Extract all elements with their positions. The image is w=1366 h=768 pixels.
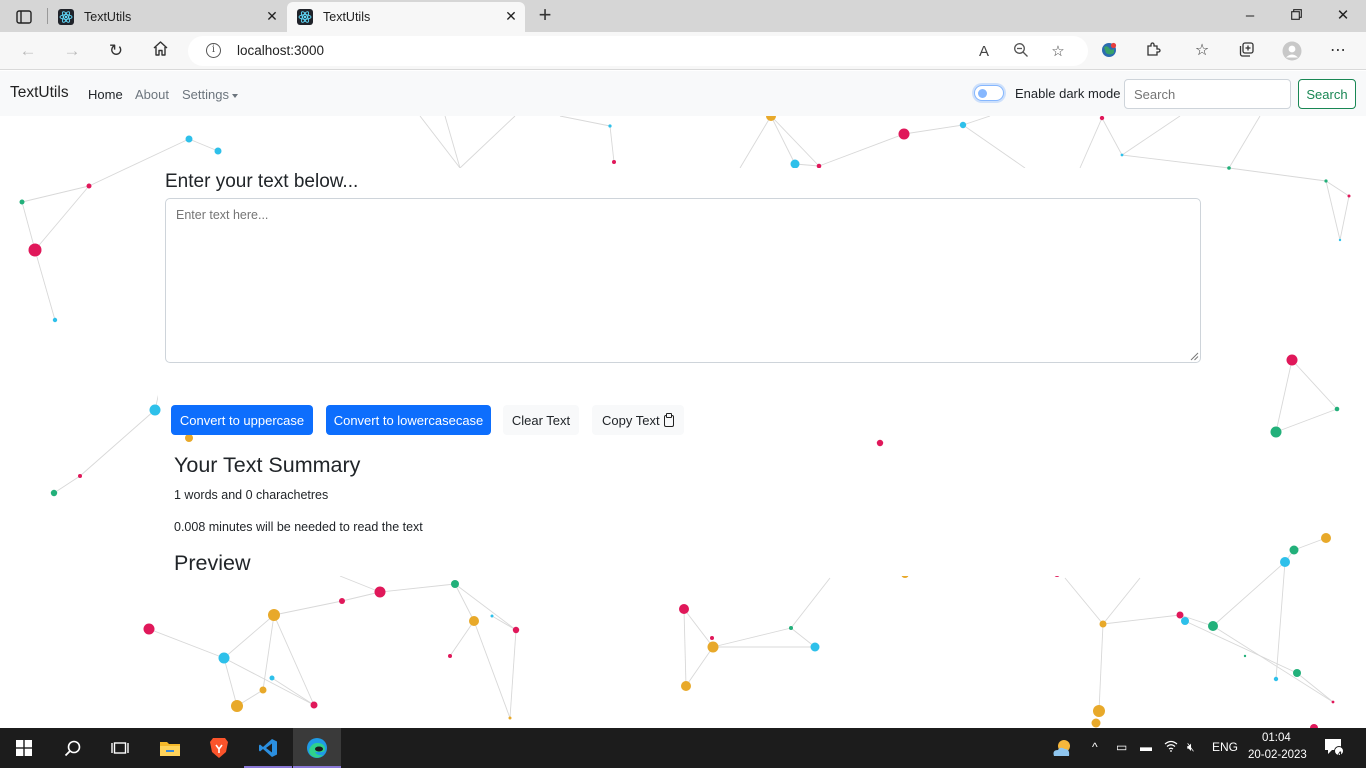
profile-avatar-icon[interactable] [1282, 41, 1302, 61]
tab-actions-icon[interactable] [10, 7, 38, 27]
text-input-heading: Enter your text below... [165, 171, 359, 192]
preview-heading: Preview [174, 551, 251, 575]
volume-muted-icon[interactable]: 🔇︎ [1187, 740, 1195, 755]
tab-separator [47, 8, 48, 24]
new-tab-icon[interactable]: + [534, 4, 556, 26]
more-options-icon[interactable]: ⋯ [1328, 41, 1348, 61]
app-navbar: TextUtils Home About Settings Enable dar… [0, 71, 1366, 116]
zoom-out-icon[interactable] [1011, 42, 1031, 62]
brave-browser-icon[interactable] [195, 728, 243, 768]
chevron-up-icon[interactable]: ^ [1092, 740, 1098, 754]
address-bar[interactable]: i localhost:3000 A ☆ [188, 36, 1088, 66]
add-favorite-icon[interactable]: ☆ [1048, 42, 1068, 62]
clock-time[interactable]: 01:04 [1262, 732, 1291, 744]
browser-tab-1[interactable]: TextUtils ✕ [50, 2, 286, 32]
convert-uppercase-button[interactable]: Convert to uppercase [171, 405, 313, 435]
close-tab-icon[interactable]: ✕ [264, 8, 280, 24]
tab-title: TextUtils [84, 10, 132, 24]
read-time-text: 0.008 minutes will be needed to read the… [174, 520, 423, 534]
close-tab-icon[interactable]: ✕ [503, 8, 519, 24]
navbar-brand[interactable]: TextUtils [10, 84, 69, 102]
word-count-text: 1 words and 0 charachetres [174, 488, 329, 502]
restore-icon[interactable] [1286, 6, 1306, 26]
favorites-icon[interactable]: ☆ [1192, 41, 1212, 61]
file-explorer-icon[interactable] [146, 728, 194, 768]
home-icon[interactable] [149, 40, 171, 62]
wifi-icon[interactable] [1164, 740, 1178, 755]
nav-link-home[interactable]: Home [88, 87, 123, 102]
switch-knob [978, 88, 987, 98]
dark-mode-label[interactable]: Enable dark mode [1015, 86, 1121, 101]
extension-globe-icon[interactable] [1099, 41, 1119, 61]
refresh-icon[interactable]: ↻ [105, 40, 127, 62]
windows-start-icon[interactable] [0, 728, 48, 768]
search-icon[interactable] [48, 728, 96, 768]
nav-dropdown-settings[interactable]: Settings [182, 87, 238, 102]
clear-text-button[interactable]: Clear Text [503, 405, 579, 435]
text-input-area[interactable] [165, 198, 1201, 363]
chevron-down-icon [231, 93, 238, 98]
copy-text-label: Copy Text [602, 412, 660, 428]
search-button[interactable]: Search [1298, 79, 1356, 109]
forward-icon[interactable]: → [61, 40, 83, 62]
clipboard-icon [663, 412, 674, 427]
back-icon[interactable]: ← [17, 40, 39, 62]
search-input[interactable] [1124, 79, 1291, 109]
react-logo-icon [297, 9, 313, 25]
minimize-icon[interactable]: – [1240, 6, 1260, 26]
url-text[interactable]: localhost:3000 [237, 43, 324, 58]
browser-toolbar: ← → ↻ i localhost:3000 A ☆ ☆ ⋯ [0, 32, 1366, 70]
resize-grip-icon[interactable] [1190, 352, 1199, 361]
edge-browser-icon[interactable] [293, 728, 341, 768]
browser-tab-bar: TextUtils ✕ TextUtils ✕ + – ✕ [0, 0, 1366, 32]
extensions-icon[interactable] [1143, 41, 1163, 61]
close-window-icon[interactable]: ✕ [1333, 6, 1353, 26]
nav-link-about[interactable]: About [135, 87, 169, 102]
nav-settings-label: Settings [182, 87, 229, 102]
weather-icon[interactable] [1050, 736, 1076, 763]
copy-text-button[interactable]: Copy Text [592, 405, 684, 435]
network-adapter-icon[interactable]: ▭ [1116, 740, 1127, 754]
language-indicator[interactable]: ENG [1212, 740, 1238, 754]
site-info-icon[interactable]: i [206, 43, 221, 58]
summary-heading: Your Text Summary [174, 453, 361, 477]
read-aloud-icon[interactable]: A [974, 42, 994, 62]
collections-icon[interactable] [1236, 41, 1256, 61]
react-logo-icon [58, 9, 74, 25]
vscode-icon[interactable] [244, 728, 292, 768]
task-view-icon[interactable] [96, 728, 144, 768]
tab-title: TextUtils [323, 10, 371, 24]
convert-lowercase-button[interactable]: Convert to lowercasecase [326, 405, 491, 435]
clock-date[interactable]: 20-02-2023 [1248, 749, 1307, 761]
battery-icon[interactable]: ▬ [1140, 740, 1152, 754]
browser-tab-2[interactable]: TextUtils ✕ [287, 2, 525, 32]
dark-mode-switch[interactable] [974, 85, 1004, 101]
notification-count: 4 [1337, 750, 1343, 760]
windows-taskbar: ^ ▭ ▬ 🔇︎ ENG 01:04 20-02-2023 4 [0, 728, 1366, 768]
